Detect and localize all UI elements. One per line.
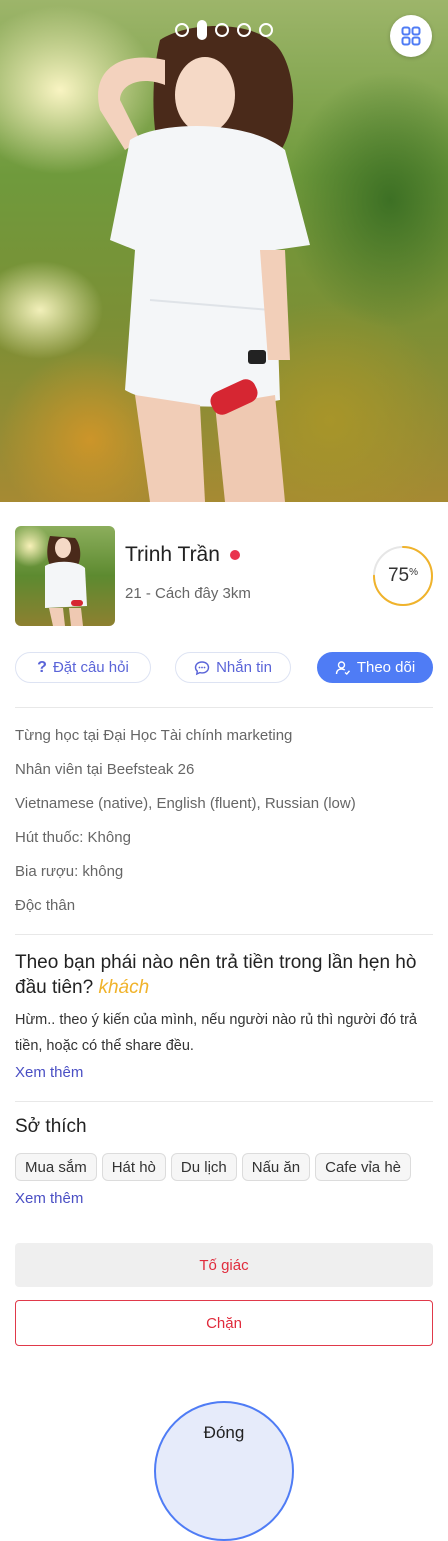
match-percent-value: 75 bbox=[387, 565, 410, 586]
question-answer: khách bbox=[98, 977, 150, 998]
info-smoking: Hút thuốc: Không bbox=[15, 829, 131, 846]
grid-icon bbox=[401, 26, 421, 46]
carousel-indicator[interactable] bbox=[175, 20, 273, 40]
hobbies-title: Sở thích bbox=[15, 1116, 87, 1137]
question-body: Hừm.. theo ý kiến của mình, nếu người nà… bbox=[15, 1012, 417, 1054]
photo-subject bbox=[98, 26, 310, 502]
divider bbox=[15, 934, 433, 935]
question-icon: ? bbox=[37, 658, 47, 676]
chat-bubble-icon bbox=[194, 660, 210, 675]
block-button[interactable]: Chặn bbox=[15, 1300, 433, 1346]
hobby-tag[interactable]: Nấu ăn bbox=[241, 1153, 311, 1181]
hobby-tag[interactable]: Mua sắm bbox=[15, 1153, 97, 1181]
message-button[interactable]: Nhắn tin bbox=[175, 652, 291, 683]
profile-age-distance: 21 - Cách đây 3km bbox=[125, 585, 251, 602]
carousel-dot[interactable] bbox=[259, 23, 273, 37]
carousel-dot[interactable] bbox=[215, 23, 229, 37]
message-label: Nhắn tin bbox=[216, 659, 272, 676]
question-title: Theo bạn phái nào nên trả tiền trong lần… bbox=[15, 950, 433, 1000]
question-see-more-link[interactable]: Xem thêm bbox=[15, 1064, 83, 1081]
close-button[interactable]: Đóng bbox=[154, 1401, 294, 1541]
avatar[interactable] bbox=[15, 526, 115, 626]
profile-name: Trinh Trần bbox=[125, 543, 220, 566]
hobby-tag[interactable]: Cafe vỉa hè bbox=[315, 1153, 412, 1181]
divider bbox=[15, 707, 433, 708]
follow-user-icon bbox=[335, 660, 350, 675]
online-status-dot bbox=[229, 550, 240, 560]
ask-question-button[interactable]: ? Đặt câu hỏi bbox=[15, 652, 151, 683]
info-work: Nhân viên tại Beefsteak 26 bbox=[15, 761, 195, 778]
hobbies-see-more-link[interactable]: Xem thêm bbox=[15, 1190, 83, 1207]
match-percent: 75% bbox=[372, 545, 434, 607]
question-text: Theo bạn phái nào nên trả tiền trong lần… bbox=[15, 952, 417, 998]
close-label: Đóng bbox=[203, 1423, 245, 1442]
info-drinking: Bia rượu: không bbox=[15, 863, 124, 880]
carousel-dot[interactable] bbox=[175, 23, 189, 37]
follow-label: Theo dõi bbox=[356, 659, 416, 676]
info-languages: Vietnamese (native), English (fluent), R… bbox=[15, 795, 356, 812]
carousel-dot[interactable] bbox=[237, 23, 251, 37]
ask-question-label: Đặt câu hỏi bbox=[52, 659, 129, 676]
carousel-dot-active[interactable] bbox=[197, 20, 207, 40]
report-button[interactable]: Tố giác bbox=[15, 1243, 433, 1287]
follow-button[interactable]: Theo dõi bbox=[317, 652, 433, 683]
avatar-photo bbox=[45, 536, 87, 626]
hobby-tags: Mua sắm Hát hò Du lịch Nấu ăn Cafe vỉa h… bbox=[15, 1153, 412, 1181]
info-education: Từng học tại Đại Học Tài chính marketing bbox=[15, 727, 293, 744]
grid-view-button[interactable] bbox=[390, 15, 432, 57]
divider bbox=[15, 1101, 433, 1102]
hobby-tag[interactable]: Du lịch bbox=[170, 1153, 237, 1181]
match-percent-unit: % bbox=[409, 566, 419, 578]
hobby-tag[interactable]: Hát hò bbox=[101, 1153, 166, 1181]
profile-name-row: Trinh Trần bbox=[125, 543, 240, 567]
info-relationship: Độc thân bbox=[15, 897, 76, 914]
profile-photo[interactable] bbox=[0, 0, 448, 502]
